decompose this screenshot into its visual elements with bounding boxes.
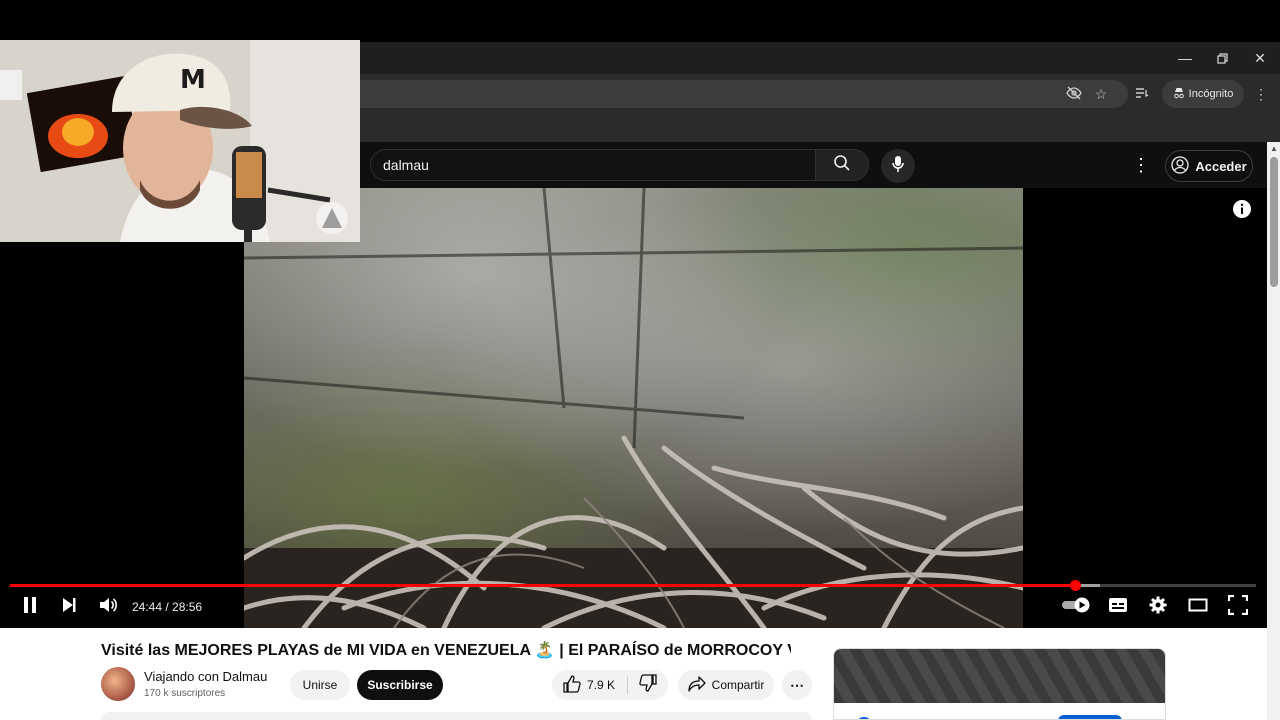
description-box[interactable] bbox=[101, 712, 812, 720]
share-label: Compartir bbox=[711, 678, 765, 692]
pause-icon bbox=[22, 596, 38, 619]
search-input-value: dalmau bbox=[383, 157, 429, 173]
theater-mode-button[interactable] bbox=[1186, 596, 1210, 618]
theater-icon bbox=[1188, 598, 1208, 617]
more-actions-button[interactable]: ⋯ bbox=[782, 670, 812, 700]
settings-button[interactable] bbox=[1146, 596, 1170, 618]
scrubber-handle[interactable] bbox=[1069, 580, 1081, 591]
progress-played bbox=[10, 584, 1075, 587]
sidebar-card-banner bbox=[834, 649, 1165, 703]
webcam-overlay: M bbox=[0, 40, 360, 242]
voice-search-button[interactable] bbox=[881, 149, 915, 183]
subscriber-count: 170 k suscriptores bbox=[144, 688, 226, 699]
subtitles-icon bbox=[1108, 597, 1128, 618]
time-display: 24:44 / 28:56 bbox=[132, 600, 203, 614]
settings-menu-icon[interactable]: ⋮ bbox=[1132, 154, 1150, 176]
like-count: 7.9 K bbox=[586, 678, 616, 692]
bookmark-bar bbox=[360, 114, 1280, 142]
thumbs-up-icon bbox=[563, 674, 581, 696]
mangrove-roots-image bbox=[244, 188, 1023, 628]
close-icon[interactable]: ✕ bbox=[1240, 42, 1280, 74]
fullscreen-icon bbox=[1227, 594, 1249, 620]
autoplay-icon bbox=[1062, 597, 1092, 618]
like-divider bbox=[627, 676, 628, 694]
info-icon[interactable] bbox=[1232, 199, 1252, 219]
sign-in-label: Acceder bbox=[1195, 158, 1247, 174]
share-arrow-icon bbox=[688, 675, 706, 695]
gear-icon bbox=[1149, 596, 1167, 619]
channel-avatar[interactable] bbox=[101, 667, 135, 701]
thumbs-down-icon bbox=[639, 673, 657, 697]
subscribe-button[interactable]: Suscribirse bbox=[357, 670, 443, 700]
bookmark-star-icon[interactable]: ☆ bbox=[1092, 86, 1110, 102]
restore-icon[interactable] bbox=[1202, 42, 1242, 74]
svg-text:M: M bbox=[180, 65, 206, 95]
search-icon bbox=[833, 154, 851, 177]
video-title: Visité las MEJORES PLAYAS de MI VIDA en … bbox=[101, 642, 791, 659]
search-button[interactable] bbox=[815, 149, 869, 181]
video-frame[interactable] bbox=[244, 188, 1023, 628]
reading-list-icon[interactable] bbox=[1133, 86, 1151, 102]
next-button[interactable] bbox=[57, 596, 81, 618]
join-button[interactable]: Unirse bbox=[290, 670, 350, 700]
autoplay-toggle[interactable] bbox=[1062, 596, 1092, 618]
browser-titlebar bbox=[360, 42, 1280, 74]
incognito-badge[interactable]: Incógnito bbox=[1162, 80, 1244, 108]
channel-name[interactable]: Viajando con Dalmau bbox=[144, 669, 267, 684]
skip-next-icon bbox=[61, 597, 77, 618]
streamer-webcam-image: M bbox=[0, 40, 360, 242]
dislike-button[interactable] bbox=[630, 670, 666, 700]
sidebar-card-button[interactable] bbox=[1058, 715, 1122, 719]
like-button[interactable]: 7.9 K bbox=[552, 670, 626, 700]
address-bar[interactable] bbox=[360, 80, 1128, 108]
microphone-icon bbox=[891, 155, 905, 178]
more-horizontal-icon: ⋯ bbox=[790, 676, 804, 693]
subtitles-button[interactable] bbox=[1106, 596, 1130, 618]
fullscreen-button[interactable] bbox=[1226, 594, 1250, 620]
sidebar-card[interactable] bbox=[833, 648, 1166, 720]
minimize-icon[interactable]: — bbox=[1165, 42, 1205, 74]
incognito-icon bbox=[1173, 87, 1185, 102]
incognito-label: Incógnito bbox=[1188, 88, 1234, 100]
search-input[interactable]: dalmau bbox=[370, 149, 816, 181]
scrollbar-thumb[interactable] bbox=[1270, 157, 1278, 287]
account-icon bbox=[1171, 155, 1189, 177]
scroll-up-arrow-icon[interactable]: ▲ bbox=[1268, 144, 1280, 154]
volume-button[interactable] bbox=[96, 596, 120, 618]
volume-icon bbox=[98, 596, 118, 619]
eye-off-icon[interactable] bbox=[1065, 86, 1083, 102]
pause-button[interactable] bbox=[18, 596, 42, 618]
share-button[interactable]: Compartir bbox=[678, 670, 774, 700]
sign-in-button[interactable]: Acceder bbox=[1165, 150, 1253, 182]
browser-menu-icon[interactable]: ⋮ bbox=[1253, 86, 1269, 102]
